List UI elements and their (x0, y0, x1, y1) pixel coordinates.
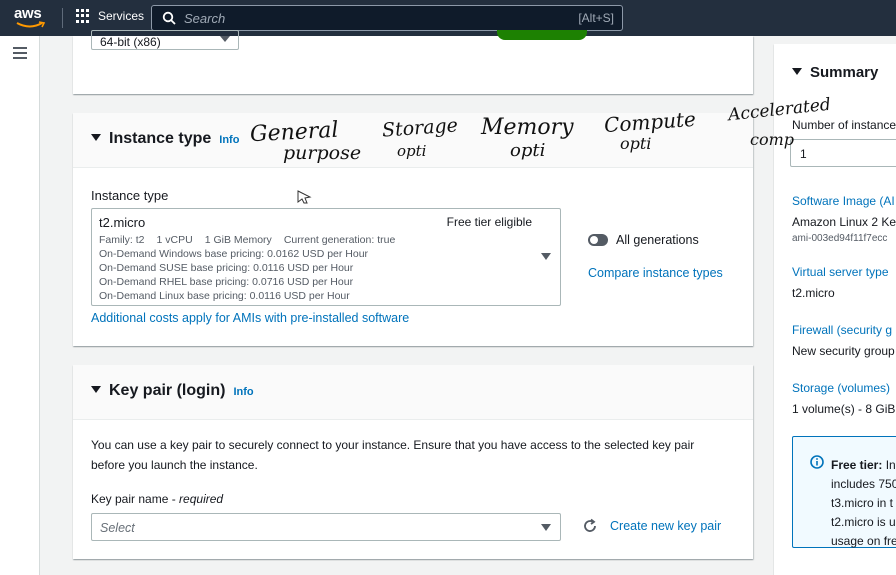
required-text: required (179, 492, 224, 506)
annotation-purpose: purpose (283, 142, 362, 164)
instance-name: t2.micro (99, 215, 146, 230)
number-of-instances-label: Number of instance (792, 118, 896, 132)
nav-divider (62, 8, 63, 28)
aws-logo[interactable]: aws (14, 5, 52, 31)
number-of-instances-value: 1 (800, 147, 807, 161)
pricing-linux: On-Demand Linux base pricing: 0.0116 USD… (99, 290, 350, 302)
summary-title: Summary (810, 64, 879, 81)
free-tier-line: t3.micro in t (831, 496, 894, 510)
instance-vcpu: 1 vCPU (156, 234, 193, 246)
key-pair-name-text: Key pair name - (91, 492, 180, 506)
annotation-memory-opti: opti (510, 140, 546, 161)
key-pair-title: Key pair (login) (109, 382, 226, 399)
annotation-storage-opti: opti (397, 142, 427, 160)
aws-logo-text: aws (14, 5, 42, 22)
virtual-server-type-value: t2.micro (792, 286, 835, 300)
annotation-accelerated-comp: comp (750, 130, 795, 149)
search-placeholder: Search (184, 10, 226, 26)
free-tier-alert: Free tier: In includes 750 t3.micro in t… (792, 436, 896, 548)
key-pair-name-label: Key pair name - required (91, 492, 223, 506)
software-image-value: Amazon Linux 2 Ke (792, 215, 896, 229)
info-link[interactable]: Info (219, 134, 239, 146)
search-input[interactable]: Search [Alt+S] (151, 5, 623, 31)
free-tier-line: includes 750 (831, 477, 896, 491)
storage-value: 1 volume(s) - 8 GiB (792, 402, 896, 416)
chevron-down-icon (541, 524, 551, 531)
create-new-key-pair-link[interactable]: Create new key pair (610, 519, 721, 533)
free-tier-heading: Free tier: In (831, 458, 896, 472)
firewall-link[interactable]: Firewall (security g (792, 323, 892, 337)
instance-generation: Current generation: true (283, 234, 396, 246)
all-generations-label: All generations (616, 233, 699, 247)
all-generations-toggle[interactable] (588, 234, 608, 246)
free-tier-title: Free tier: (831, 458, 883, 472)
architecture-panel: 64-bit (x86) (73, 30, 753, 94)
instance-type-select[interactable]: t2.micro Free tier eligible Family: t2 1 … (91, 208, 561, 306)
pricing-rhel: On-Demand RHEL base pricing: 0.0716 USD … (99, 276, 354, 288)
additional-costs-link[interactable]: Additional costs apply for AMIs with pre… (91, 311, 409, 325)
grid-icon (76, 9, 90, 23)
architecture-select[interactable]: 64-bit (x86) (91, 30, 239, 50)
annotation-memory: Memory (481, 115, 574, 140)
left-rail (0, 36, 40, 575)
annotation-compute-opti: opti (620, 134, 652, 153)
cursor-icon (297, 190, 312, 204)
pricing-suse: On-Demand SUSE base pricing: 0.0116 USD … (99, 262, 354, 274)
key-pair-panel: Key pair (login) Info You can use a key p… (73, 365, 753, 559)
caret-down-icon[interactable] (792, 68, 802, 75)
software-image-link[interactable]: Software Image (AI (792, 194, 895, 208)
instance-family: Family: t2 (99, 234, 145, 246)
section-title: Instance type Info (109, 130, 239, 148)
instance-type-label: Instance type (91, 188, 169, 203)
free-tier-line: usage on fre (831, 534, 896, 548)
storage-link[interactable]: Storage (volumes) (792, 381, 890, 395)
caret-down-icon (91, 386, 101, 393)
instance-specs: Family: t2 1 vCPU 1 GiB Memory Current gene… (99, 234, 395, 246)
pricing-windows: On-Demand Windows base pricing: 0.0162 U… (99, 248, 369, 260)
free-tier-title-rest: In (882, 458, 896, 472)
chevron-down-icon (541, 253, 551, 260)
ami-id: ami-003ed94f11f7ecc (792, 233, 888, 244)
refresh-icon[interactable] (582, 518, 598, 534)
compare-instance-types-link[interactable]: Compare instance types (588, 266, 723, 280)
instance-memory: 1 GiB Memory (204, 234, 272, 246)
firewall-value: New security group (792, 344, 895, 358)
search-icon (162, 11, 176, 25)
summary-panel: Summary Number of instance 1 Software Im… (774, 44, 896, 575)
search-shortcut: [Alt+S] (578, 11, 614, 25)
key-pair-header[interactable]: Key pair (login) Info (73, 365, 753, 420)
services-menu-button[interactable]: Services (76, 9, 144, 23)
launch-button[interactable] (497, 30, 587, 40)
virtual-server-type-link[interactable]: Virtual server type (792, 265, 889, 279)
number-of-instances-input[interactable]: 1 (790, 139, 896, 167)
caret-down-icon (91, 134, 101, 141)
instance-type-title: Instance type (109, 130, 212, 147)
key-pair-select[interactable]: Select (91, 513, 561, 541)
section-title: Key pair (login) Info (109, 382, 254, 400)
free-tier-badge: Free tier eligible (446, 215, 532, 229)
services-label: Services (98, 9, 145, 23)
info-link[interactable]: Info (233, 386, 253, 398)
free-tier-line: t2.micro is u (831, 515, 896, 529)
key-pair-description: You can use a key pair to securely conne… (91, 438, 695, 472)
architecture-value: 64-bit (x86) (100, 35, 161, 49)
chevron-down-icon (220, 36, 230, 42)
key-pair-placeholder: Select (100, 521, 135, 535)
info-icon (810, 455, 824, 469)
menu-icon[interactable] (13, 47, 27, 59)
aws-smile-icon (16, 21, 46, 28)
